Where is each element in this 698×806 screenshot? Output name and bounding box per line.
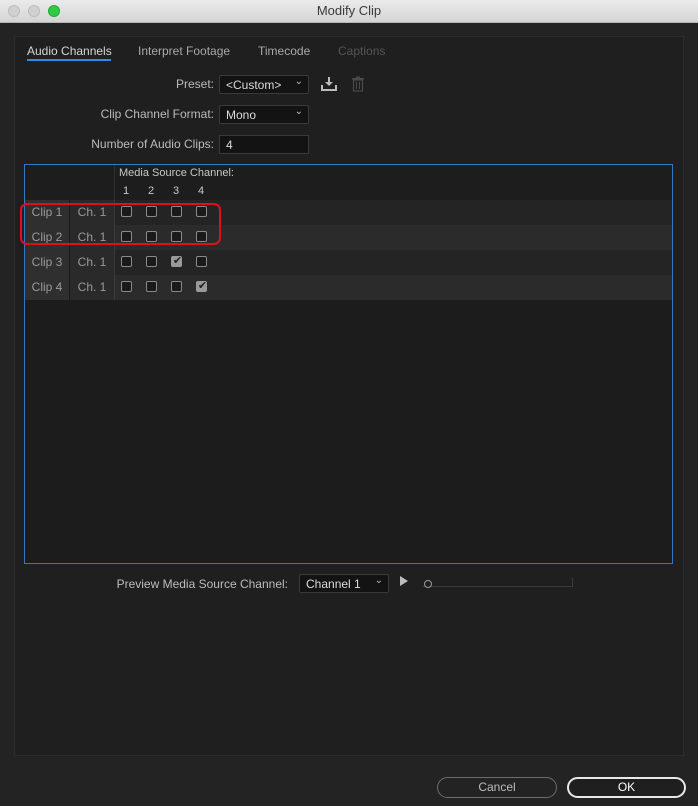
tab-audio-channels[interactable]: Audio Channels bbox=[27, 44, 112, 58]
channel-number-4: 4 bbox=[198, 185, 205, 197]
preview-channel-dropdown[interactable]: Channel 1 ⌄ bbox=[299, 574, 389, 593]
download-preset-icon[interactable] bbox=[320, 76, 338, 95]
number-of-audio-clips-label: Number of Audio Clips: bbox=[91, 137, 214, 151]
clip-channel-format-value: Mono bbox=[226, 108, 257, 122]
clip-row-3: Clip 3 Ch. 1 ✔ bbox=[25, 250, 672, 275]
preset-dropdown[interactable]: <Custom> ⌄ bbox=[219, 75, 309, 94]
channel-checkbox[interactable] bbox=[121, 256, 132, 267]
highlight-annotation bbox=[20, 203, 221, 245]
channel-checkbox[interactable]: ✔ bbox=[171, 254, 183, 267]
channel-number-1: 1 bbox=[123, 185, 130, 197]
window-title: Modify Clip bbox=[316, 3, 382, 18]
cancel-button[interactable]: Cancel bbox=[437, 777, 557, 798]
preset-label: Preset: bbox=[175, 77, 214, 91]
channel-checkbox[interactable] bbox=[121, 281, 132, 292]
chevron-down-icon: ⌄ bbox=[374, 575, 383, 586]
play-icon[interactable] bbox=[400, 576, 408, 586]
checkmark-icon: ✔ bbox=[197, 279, 208, 292]
preview-channel-value: Channel 1 bbox=[306, 577, 361, 591]
checkmark-icon: ✔ bbox=[172, 254, 183, 267]
channel-checkbox[interactable] bbox=[171, 281, 182, 292]
clip-channel-format-label: Clip Channel Format: bbox=[100, 107, 214, 121]
channel-checkbox[interactable] bbox=[146, 256, 157, 267]
matrix-header-corner bbox=[25, 165, 115, 200]
preview-slider-handle[interactable] bbox=[424, 580, 432, 588]
channel-checkbox[interactable] bbox=[146, 281, 157, 292]
title-bar: Modify Clip bbox=[0, 0, 698, 23]
number-of-audio-clips-field[interactable]: 4 bbox=[219, 135, 309, 154]
trash-icon[interactable] bbox=[351, 76, 365, 95]
clip-channel-name: Ch. 1 bbox=[70, 275, 115, 300]
tab-captions: Captions bbox=[338, 44, 386, 58]
chevron-down-icon: ⌄ bbox=[294, 106, 303, 117]
tab-timecode[interactable]: Timecode bbox=[258, 44, 310, 58]
channel-number-3: 3 bbox=[173, 185, 180, 197]
preset-value: <Custom> bbox=[226, 78, 282, 92]
chevron-down-icon: ⌄ bbox=[294, 76, 303, 87]
preview-slider-track[interactable] bbox=[423, 578, 573, 587]
clip-channel-format-dropdown[interactable]: Mono ⌄ bbox=[219, 105, 309, 124]
clip-name: Clip 3 bbox=[25, 250, 70, 275]
active-tab-indicator bbox=[27, 59, 111, 61]
tab-interpret-footage[interactable]: Interpret Footage bbox=[138, 44, 230, 58]
preview-channel-label: Preview Media Source Channel: bbox=[116, 577, 288, 591]
clip-channel-name: Ch. 1 bbox=[70, 250, 115, 275]
clip-name: Clip 4 bbox=[25, 275, 70, 300]
media-source-channel-label: Media Source Channel: bbox=[119, 167, 234, 179]
channel-number-2: 2 bbox=[148, 185, 155, 197]
channel-checkbox[interactable] bbox=[196, 256, 207, 267]
ok-button[interactable]: OK bbox=[567, 777, 686, 798]
channel-checkbox[interactable]: ✔ bbox=[196, 279, 208, 292]
clip-row-4: Clip 4 Ch. 1 ✔ bbox=[25, 275, 672, 300]
